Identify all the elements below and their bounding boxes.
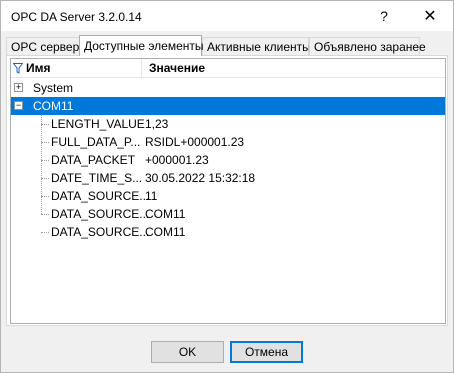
row-value: 1,23: [145, 117, 169, 131]
row-value: 30.05.2022 15:32:18: [145, 171, 256, 185]
tree-row-item[interactable]: DATA_PACKET +000001.23: [11, 151, 445, 169]
column-header-value[interactable]: Значение: [149, 61, 205, 75]
row-name: FULL_DATA_P...: [51, 135, 141, 149]
items-tree-grid[interactable]: Имя Значение + System − COM11 LENGTH_VAL…: [10, 58, 446, 324]
ok-button[interactable]: OK: [151, 341, 224, 363]
row-value: 11: [145, 189, 158, 203]
row-name: COM11: [33, 99, 74, 113]
column-header-name-label: Имя: [26, 61, 51, 75]
row-name: DATA_SOURCE...: [51, 207, 150, 221]
column-divider[interactable]: [141, 59, 142, 78]
filter-icon[interactable]: [13, 63, 23, 74]
tree-row-item[interactable]: DATA_SOURCE... COM11: [11, 223, 445, 241]
tab-strip: OPC сервер Доступные элементы Активные к…: [6, 35, 450, 56]
row-name: DATE_TIME_S...: [51, 171, 143, 185]
collapse-icon[interactable]: −: [14, 101, 23, 110]
row-name: DATA_SOURCE...: [51, 225, 150, 239]
window-title: OPC DA Server 3.2.0.14: [11, 10, 142, 24]
tree-row-item[interactable]: LENGTH_VALUE 1,23: [11, 115, 445, 133]
grid-header: Имя Значение: [11, 59, 445, 78]
expand-icon[interactable]: +: [14, 83, 23, 92]
title-bar: OPC DA Server 3.2.0.14 ? ✕: [1, 1, 453, 31]
row-value: COM11: [145, 207, 186, 221]
tree-row-item[interactable]: DATA_SOURCE... COM11: [11, 205, 445, 223]
row-name: DATA_SOURCE...: [51, 189, 150, 203]
column-header-name[interactable]: Имя: [13, 61, 51, 75]
row-value: RSIDL+000001.23: [145, 135, 245, 149]
tree-row-item[interactable]: DATE_TIME_S... 30.05.2022 15:32:18: [11, 169, 445, 187]
cancel-button[interactable]: Отмена: [230, 341, 303, 363]
row-name: System: [33, 81, 74, 95]
tree-row-system[interactable]: + System: [11, 79, 445, 97]
row-value: COM11: [145, 225, 186, 239]
close-button[interactable]: ✕: [407, 1, 453, 31]
tab-panel: Имя Значение + System − COM11 LENGTH_VAL…: [6, 55, 448, 326]
tab-predeclared[interactable]: Объявлено заранее: [309, 37, 426, 56]
row-value: +000001.23: [145, 153, 209, 167]
row-name: DATA_PACKET: [51, 153, 136, 167]
help-button[interactable]: ?: [361, 1, 407, 31]
tree-row-item[interactable]: DATA_SOURCE... 11: [11, 187, 445, 205]
row-name: LENGTH_VALUE: [51, 117, 145, 131]
dialog-window: OPC DA Server 3.2.0.14 ? ✕ OPC сервер До…: [0, 0, 454, 373]
tree-row-com11[interactable]: − COM11: [11, 97, 445, 115]
tab-opc-server[interactable]: OPC сервер: [6, 37, 80, 56]
tab-active-clients[interactable]: Активные клиенты: [202, 37, 311, 56]
tree-row-item[interactable]: FULL_DATA_P... RSIDL+000001.23: [11, 133, 445, 151]
tab-available-items[interactable]: Доступные элементы: [79, 35, 204, 56]
